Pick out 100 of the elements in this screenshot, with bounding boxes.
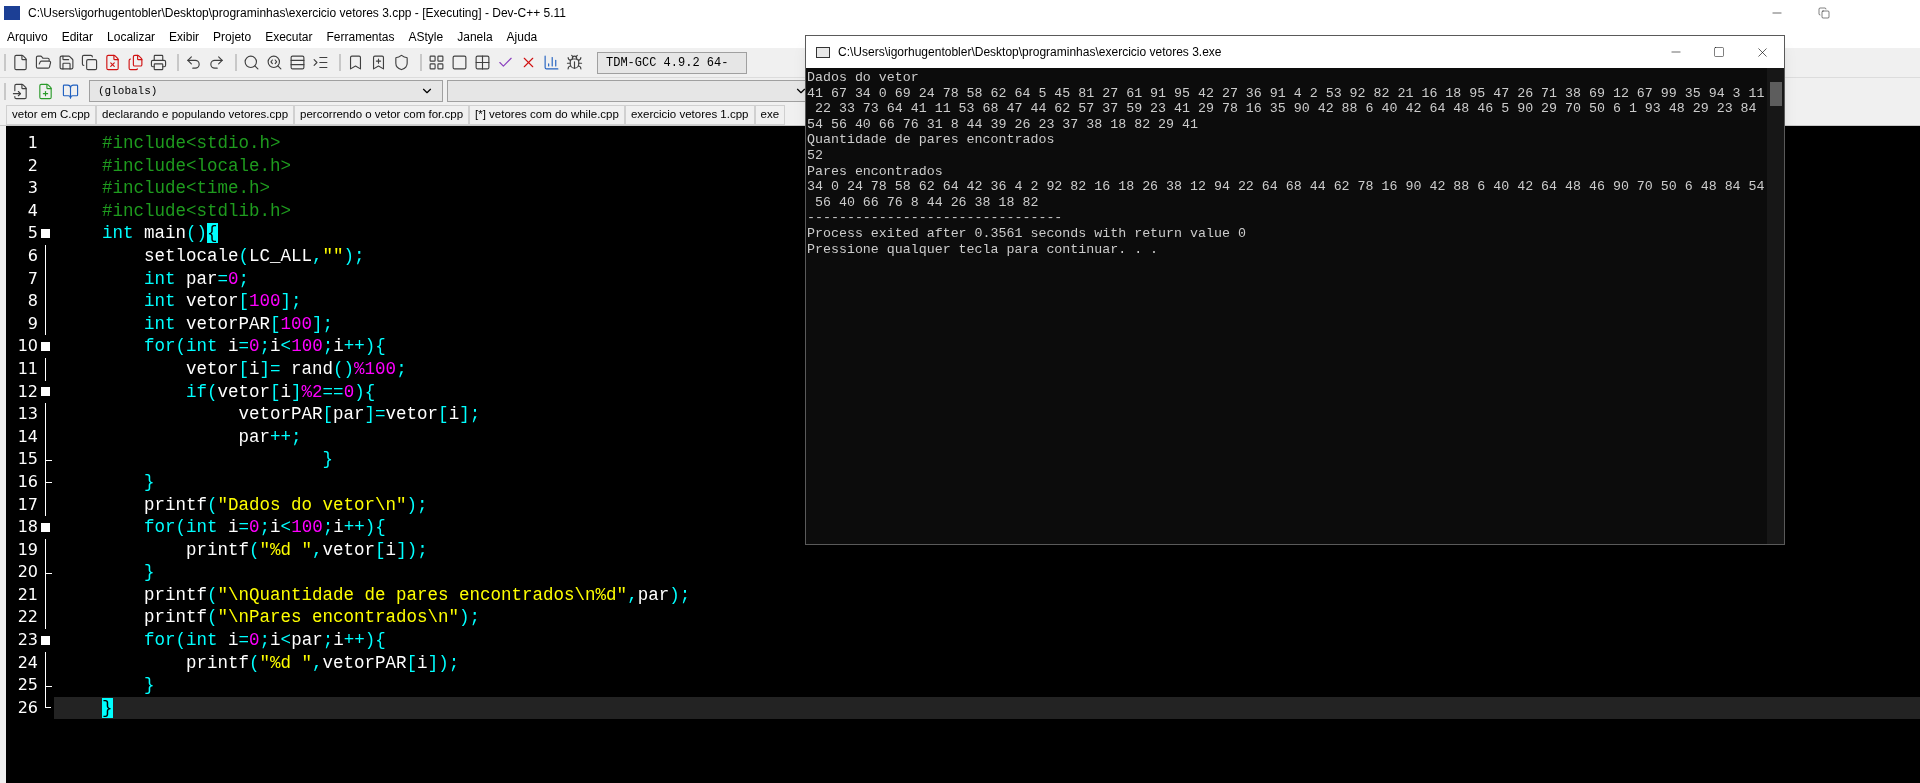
code-token: vetorPAR [237, 403, 323, 426]
line-number: 8 [26, 290, 38, 313]
code-token: i [270, 335, 281, 358]
window-title: C:\Users\igorhugentobler\Desktop\programinhas\exercicio vetores 3.cpp - [Executing] - Dev-C++ 5.11 [28, 5, 567, 22]
code-token: ++){ [343, 516, 386, 539]
line-number: 15 [16, 448, 38, 471]
console-output-line: Quantidade de pares encontrados [807, 132, 1056, 148]
code-token: for(int [143, 335, 218, 358]
code-token: ){ [354, 380, 376, 404]
code-token: ; [322, 629, 334, 652]
code-token: vetorPAR [185, 312, 271, 336]
code-token: i [385, 538, 397, 562]
code-token: < [280, 335, 292, 358]
code-token: i [249, 357, 260, 381]
line-number: 11 [16, 357, 38, 380]
line-number: 20 [16, 561, 38, 584]
code-token: #include<stdlib.h> [101, 199, 292, 223]
code-token: i [417, 651, 428, 675]
code-token: par [291, 629, 323, 652]
code-token: i [227, 335, 239, 358]
matched-brace: } [101, 696, 113, 720]
code-token: , [312, 538, 323, 562]
code-token: ++; [270, 425, 302, 449]
line-number: 6 [26, 244, 38, 267]
code-token: ]; [280, 290, 302, 313]
console-output-line: 41 67 34 0 69 24 78 58 62 64 5 45 81 27 61 91 95 42 27 36 91 4 2 53 92 82 21 16 18 95 47 26 71 38 69 12 67 99 35 94 3 11 [807, 85, 1766, 102]
code-token: [ [238, 290, 250, 313]
line-number: 25 [16, 674, 38, 697]
code-token: ); [459, 606, 481, 630]
code-token: int [143, 267, 176, 291]
line-number: 5 [26, 222, 38, 245]
line-number: 12 [16, 380, 38, 403]
code-token: for(int [143, 516, 218, 539]
code-token: ); [406, 493, 428, 517]
code-token: "Dados do vetor\n" [217, 493, 407, 517]
code-token: rand [290, 357, 334, 381]
console-output-line: 34 0 24 78 58 62 64 42 36 4 2 92 82 16 18 26 38 12 94 22 64 68 44 62 78 16 90 42 88 6 40 42 64 48 46 90 70 50 6 48 84 54 [807, 179, 1766, 195]
line-number: 19 [16, 538, 38, 561]
code-token: 100 [280, 312, 313, 336]
console-output-line: 52 [807, 147, 824, 164]
code-token: vetor [185, 290, 239, 313]
code-token: [ [438, 403, 449, 426]
code-token: = [217, 267, 229, 291]
code-token: printf [143, 583, 208, 607]
code-token: [ [322, 403, 334, 426]
code-token: par [237, 425, 271, 449]
code-token: i [448, 403, 460, 426]
code-token: 0 [249, 516, 260, 539]
code-token: %2 [301, 380, 323, 404]
code-token: } [143, 561, 155, 584]
code-token: "\nQuantidade de pares encontrados\n%d" [217, 583, 628, 607]
code-token: == [322, 380, 344, 404]
code-token: [ [270, 380, 281, 404]
line-number: 1 [26, 132, 38, 154]
code-token: for(int [143, 629, 218, 652]
code-token: < [280, 629, 292, 652]
line-number: 21 [16, 583, 38, 606]
code-token: < [280, 516, 292, 539]
console-output-line: 56 40 66 76 8 44 26 38 18 82 [813, 194, 1040, 211]
code-token: printf [185, 651, 250, 675]
line-number: 14 [16, 425, 38, 448]
code-token: = [238, 516, 250, 539]
code-token: ; [396, 357, 407, 381]
code-token: #include<locale.h> [101, 154, 292, 178]
code-token: ( [207, 583, 218, 607]
line-number: 9 [26, 312, 38, 335]
code-token: , [312, 244, 323, 268]
line-number: 18 [16, 516, 38, 539]
line-number: 23 [16, 629, 38, 652]
code-token: i [227, 516, 239, 539]
code-token: "\nPares encontrados\n" [217, 606, 460, 630]
code-token: printf [143, 606, 208, 630]
code-token: i [227, 629, 239, 652]
console-output-line: Pares encontrados [807, 163, 944, 180]
code-token: vetor [385, 403, 439, 426]
code-token: "%d " [259, 651, 313, 675]
code-token: printf [143, 493, 208, 517]
code-token: i [280, 380, 292, 404]
code-token: "" [322, 244, 344, 268]
console-output-line: Process exited after 0.3561 seconds with return value 0 [807, 225, 1247, 242]
code-token: ; [259, 335, 271, 358]
line-number: 4 [26, 199, 38, 222]
code-token: i [333, 335, 344, 358]
code-token: ; [259, 516, 271, 539]
console-output-line: Pressione qualquer tecla para continuar. . . [807, 241, 1160, 258]
code-token: ( [207, 606, 218, 630]
console-output-line: Dados do vetor [807, 70, 920, 86]
code-token: ]); [427, 651, 460, 675]
console-output-line: -------------------------------- [807, 210, 1064, 226]
code-token: ]; [459, 403, 481, 426]
code-token: , [627, 583, 638, 607]
code-token: () [186, 222, 208, 245]
line-number: 24 [16, 651, 38, 674]
code-token: int [143, 290, 176, 313]
code-token: [ [406, 651, 418, 675]
code-token: ( [249, 651, 260, 675]
code-token: ] [291, 380, 302, 404]
matched-brace: { [207, 222, 218, 245]
code-token: if( [185, 380, 218, 404]
code-token: par [185, 267, 218, 291]
